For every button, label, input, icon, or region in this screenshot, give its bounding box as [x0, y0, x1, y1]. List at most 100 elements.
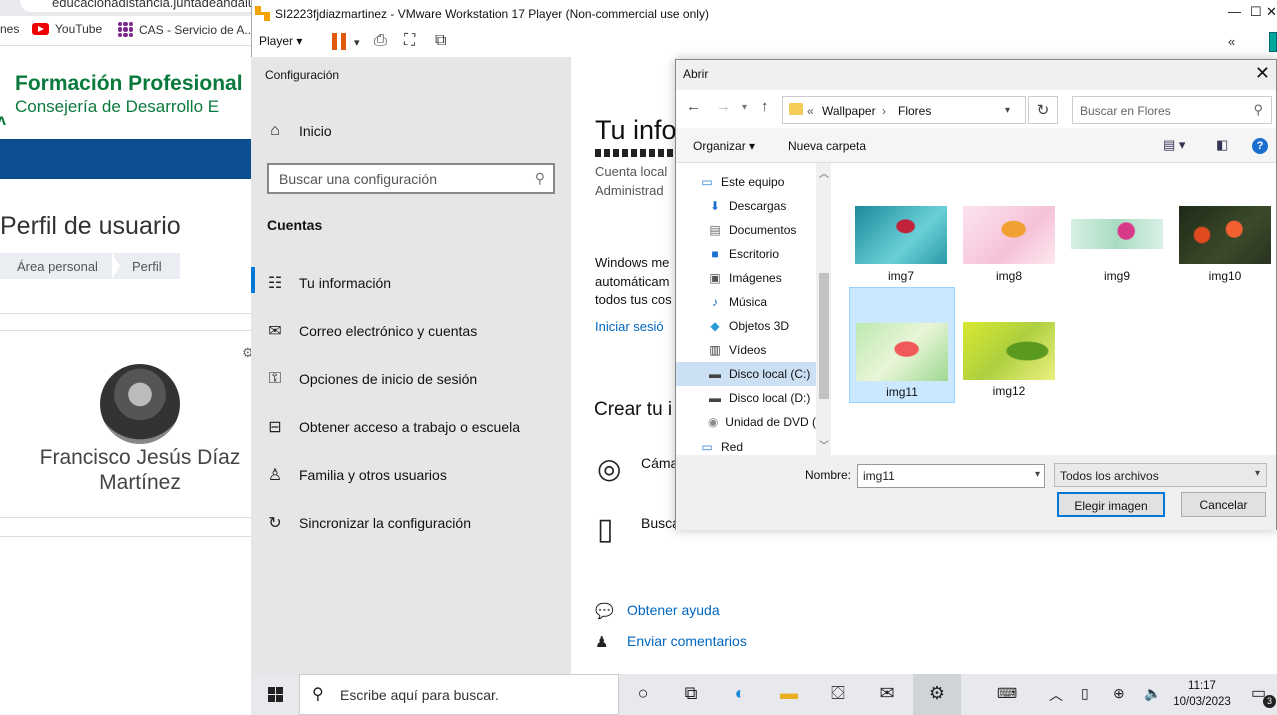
organize-menu[interactable]: Organizar ▾ — [693, 139, 755, 153]
settings-header: Configuración — [265, 68, 340, 82]
maximize-button[interactable]: ☐ — [1250, 4, 1262, 20]
signin-link[interactable]: Iniciar sesió — [595, 319, 664, 334]
view-icon[interactable]: ▤ ▾ — [1163, 137, 1185, 153]
send-keys-icon[interactable]: ⎙ — [374, 32, 387, 50]
bookmark-cas[interactable]: CAS - Servicio de A... — [118, 22, 252, 37]
unity-icon[interactable]: ⧉ — [435, 32, 446, 50]
new-folder-button[interactable]: Nueva carpeta — [788, 139, 866, 153]
tree-item-descargas[interactable]: ⬇ Descargas — [676, 194, 816, 218]
preview-pane-icon[interactable]: ◧ — [1216, 137, 1228, 153]
up-icon[interactable]: ↑ — [761, 98, 769, 115]
device-icon[interactable]: ▯ — [1081, 685, 1089, 702]
dialog-command-bar: Organizar ▾ Nueva carpeta ▤ ▾ ◧ ? — [676, 128, 1276, 163]
account-name-obscured — [595, 149, 675, 157]
choose-image-button[interactable]: Elegir imagen — [1057, 492, 1165, 517]
file-item-img12[interactable]: img12 — [957, 287, 1063, 403]
tree-item-disco-c[interactable]: ▬ Disco local (C:) — [676, 362, 816, 386]
tree-item-este-equipo[interactable]: ▭ Este equipo — [676, 170, 816, 194]
close-icon[interactable]: ✕ — [1255, 63, 1270, 84]
path-segment[interactable]: Wallpaper — [822, 104, 876, 118]
volume-icon[interactable]: 🔈 — [1144, 685, 1161, 702]
chevron-down-icon[interactable]: ▾ — [1005, 105, 1010, 116]
camera-option[interactable]: Cáma — [641, 455, 678, 471]
mail-icon[interactable]: ✉ — [863, 674, 911, 715]
scrollbar-thumb[interactable] — [819, 273, 829, 399]
address-bar[interactable]: educacionadistancia.juntadeandalucia.es — [0, 0, 252, 16]
tree-item-documentos[interactable]: ▤ Documentos — [676, 218, 816, 242]
tree-item-dvd[interactable]: ◉ Unidad de DVD ( — [676, 410, 816, 434]
library-icon[interactable] — [1269, 32, 1277, 52]
pause-icon[interactable] — [332, 33, 346, 50]
tree-item-escritorio[interactable]: ■ Escritorio — [676, 242, 816, 266]
address-text[interactable]: educacionadistancia.juntadeandalucia.es — [52, 0, 252, 10]
nav-inicio-sesion[interactable]: ⚿ Opciones de inicio de sesión — [251, 359, 571, 399]
tree-item-red[interactable]: ▭ Red — [676, 440, 816, 454]
collapse-icon[interactable]: « — [1228, 34, 1235, 49]
back-icon[interactable]: ← — [686, 98, 701, 115]
dialog-title: Abrir — [683, 67, 709, 81]
bookmark-youtube[interactable]: YouTube — [32, 22, 102, 36]
nav-home[interactable]: ⌂ Inicio — [251, 111, 571, 151]
keyboard-icon[interactable]: ⌨ — [997, 685, 1017, 702]
tree-item-disco-d[interactable]: ▬ Disco local (D:) — [676, 386, 816, 410]
file-item-img11[interactable]: img11 — [849, 287, 955, 403]
scroll-up-icon[interactable]: ︿ — [819, 165, 829, 180]
file-item-img10[interactable]: img10 — [1173, 189, 1277, 305]
fullscreen-icon[interactable]: ⛶ — [404, 32, 415, 50]
briefcase-icon: ⊟ — [268, 419, 282, 436]
breadcrumb-area-personal[interactable]: Área personal — [0, 253, 112, 279]
windows-text-line: todos tus cos — [595, 292, 672, 307]
tree-item-imagenes[interactable]: ▣ Imágenes — [676, 266, 816, 290]
scroll-down-icon[interactable]: ﹀ — [819, 437, 829, 452]
filename-input[interactable]: img11 ▾ — [857, 464, 1045, 488]
logo-title: Formación Profesional — [15, 72, 243, 95]
browser-bottom — [0, 674, 251, 715]
player-menu[interactable]: Player ▾ — [259, 34, 302, 48]
refresh-icon[interactable]: ↻ — [1028, 96, 1058, 124]
tree-item-objetos-3d[interactable]: ◆ Objetos 3D — [676, 314, 816, 338]
tree-item-musica[interactable]: ♪ Música — [676, 290, 816, 314]
nav-tu-informacion[interactable]: ☷ Tu información — [251, 263, 571, 303]
cortana-icon[interactable]: ○ — [619, 674, 667, 715]
nav-trabajo-escuela[interactable]: ⊟ Obtener acceso a trabajo o escuela — [251, 407, 571, 447]
chevron-down-icon[interactable]: ▾ — [354, 36, 360, 49]
breadcrumb-perfil[interactable]: Perfil — [112, 253, 180, 279]
browse-file-icon[interactable]: ▯ — [597, 512, 614, 547]
file-explorer-icon[interactable]: ▬ — [765, 674, 813, 715]
nav-familia[interactable]: ♙ Familia y otros usuarios — [251, 455, 571, 495]
help-link[interactable]: Obtener ayuda — [627, 602, 720, 618]
task-view-icon[interactable]: ⧉ — [667, 674, 715, 715]
help-icon[interactable]: ? — [1252, 138, 1268, 154]
nav-correo[interactable]: ✉ Correo electrónico y cuentas — [251, 311, 571, 351]
person-card-icon: ☷ — [267, 275, 283, 292]
taskbar-search-input[interactable]: ⚲ Escribe aquí para buscar. — [299, 674, 619, 715]
dialog-search-input[interactable]: Buscar en Flores ⚲ — [1072, 96, 1272, 124]
file-item-img9[interactable]: img9 — [1065, 189, 1171, 305]
taskbar: ⚲ Escribe aquí para buscar. ○ ⧉ ◐ ▬ ⛋ ✉ … — [251, 674, 1277, 715]
feedback-link[interactable]: Enviar comentarios — [627, 633, 747, 649]
filetype-select[interactable]: Todos los archivos ▾ — [1054, 463, 1267, 487]
store-icon[interactable]: ⛋ — [814, 674, 862, 715]
clock[interactable]: 11:17 10/03/2023 — [1171, 678, 1233, 710]
chevron-down-icon[interactable]: ▾ — [742, 102, 747, 113]
fp-logo[interactable]: Formación Profesional Consejería de Desa… — [0, 60, 252, 134]
forward-icon[interactable]: → — [716, 98, 731, 115]
minimize-button[interactable]: — — [1228, 4, 1241, 19]
camera-icon[interactable]: ◎ — [597, 452, 621, 485]
nav-sincronizar[interactable]: ↻ Sincronizar la configuración — [251, 503, 571, 543]
cancel-button[interactable]: Cancelar — [1181, 492, 1266, 517]
network-icon[interactable]: ⊕ — [1113, 685, 1125, 702]
path-segment[interactable]: Flores — [898, 104, 931, 118]
chevron-up-icon[interactable]: ︿ — [1049, 685, 1063, 705]
vmware-titlebar[interactable]: SI2223fjdiazmartinez - VMware Workstatio… — [251, 0, 1277, 29]
edge-icon[interactable]: ◐ — [716, 674, 764, 715]
tree-item-videos[interactable]: ▥ Vídeos — [676, 338, 816, 362]
path-breadcrumb[interactable]: « Wallpaper › Flores ▾ — [782, 96, 1026, 124]
settings-gear-icon[interactable]: ⚙ — [913, 674, 961, 715]
settings-search-input[interactable]: Buscar una configuración ⚲ — [267, 163, 555, 194]
windows-start-icon[interactable] — [251, 674, 299, 715]
bookmark-item[interactable]: nes — [0, 22, 19, 36]
close-button[interactable]: ✕ — [1266, 4, 1277, 20]
chevron-down-icon[interactable]: ▾ — [1035, 469, 1040, 480]
home-icon: ⌂ — [270, 122, 280, 139]
